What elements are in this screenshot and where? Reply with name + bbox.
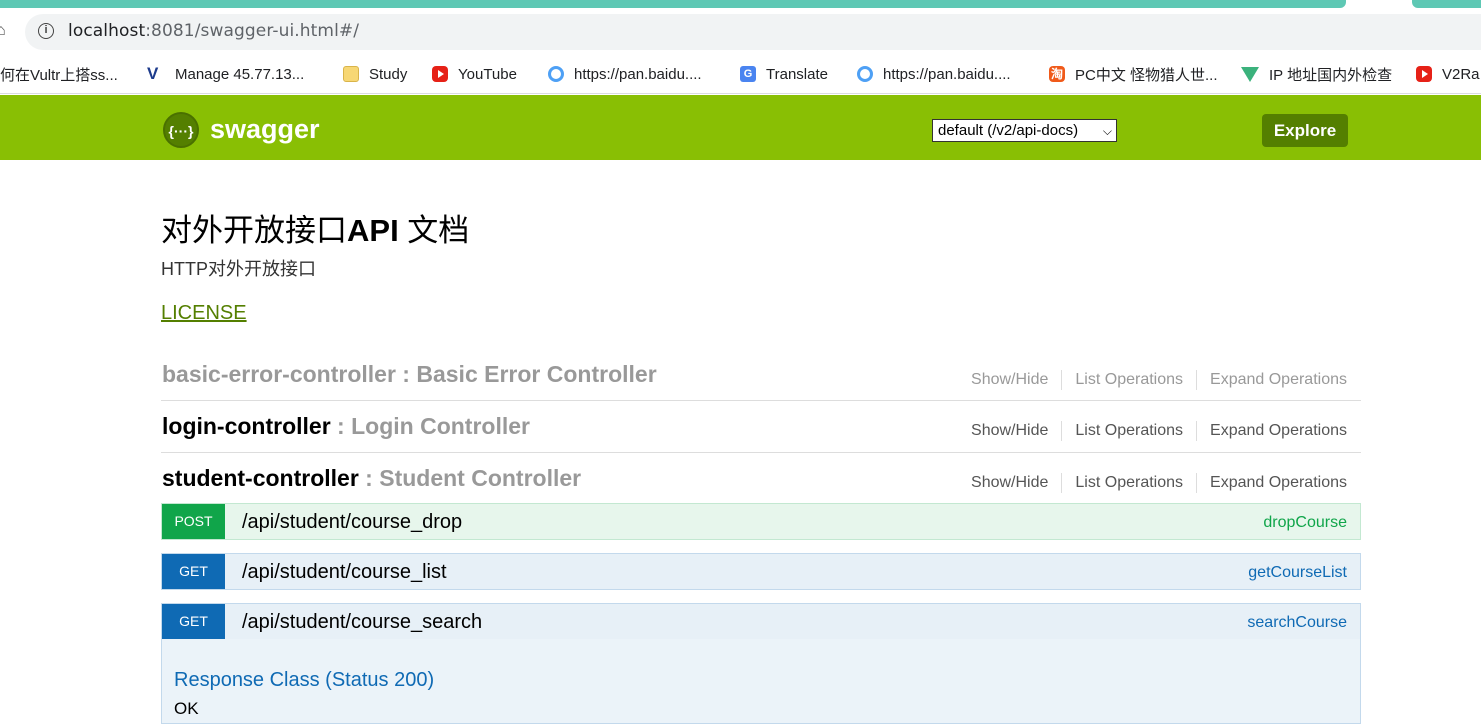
list-operations-link[interactable]: List Operations [1061, 370, 1196, 390]
http-method-badge[interactable]: POST [162, 504, 225, 539]
explore-button[interactable]: Explore [1262, 114, 1348, 147]
bookmark-label: V2Ra [1442, 65, 1480, 83]
bookmark-label: https://pan.baidu.... [883, 65, 1011, 83]
swagger-title[interactable]: swagger [210, 114, 320, 145]
bookmark-item[interactable]: YouTube [432, 64, 517, 84]
show-hide-link[interactable]: Show/Hide [958, 473, 1061, 493]
api-spec-select-value: default (/v2/api-docs) [938, 122, 1079, 139]
resource-name: login-controller [162, 413, 331, 439]
resource-separator: : [395, 361, 417, 387]
resource-options: Show/Hide List Operations Expand Operati… [958, 370, 1347, 390]
bookmark-item[interactable]: G Translate [740, 64, 828, 84]
resource-separator: : [330, 413, 352, 439]
youtube-icon [1416, 66, 1432, 82]
bookmark-label: YouTube [458, 65, 517, 83]
resource-options: Show/Hide List Operations Expand Operati… [958, 421, 1347, 441]
license-link[interactable]: LICENSE [161, 302, 247, 325]
response-class-value: OK [174, 699, 199, 718]
list-operations-link[interactable]: List Operations [1061, 473, 1196, 493]
resource-heading[interactable]: basic-error-controller : Basic Error Con… [162, 361, 657, 388]
expand-operations-link[interactable]: Expand Operations [1196, 473, 1347, 493]
url-text[interactable]: localhost:8081/swagger-ui.html#/ [68, 21, 359, 41]
operation-nickname[interactable]: dropCourse [1263, 514, 1347, 532]
response-class-heading: Response Class (Status 200) [174, 669, 435, 691]
resource-separator: : [358, 465, 380, 491]
resource-student-controller: student-controller : Student Controller … [161, 464, 1361, 502]
home-icon[interactable]: ⌂ [0, 22, 6, 40]
vultr-icon: V [147, 64, 159, 83]
bookmark-label: IP 地址国内外检查 [1269, 66, 1393, 84]
vue-icon [1241, 66, 1259, 82]
folder-icon [343, 66, 359, 82]
resource-login-controller: login-controller : Login Controller Show… [161, 412, 1361, 452]
resource-heading[interactable]: student-controller : Student Controller [162, 465, 581, 492]
bookmark-item[interactable]: Study [343, 64, 407, 84]
resource-description: Student Controller [379, 465, 582, 491]
youtube-icon [432, 66, 448, 82]
http-method-badge[interactable]: GET [162, 604, 225, 639]
url-host: localhost [68, 21, 146, 41]
resource-name: basic-error-controller [162, 361, 396, 387]
bookmark-label: PC中文 怪物猎人世... [1075, 66, 1218, 84]
operation-path[interactable]: /api/student/course_search [242, 611, 482, 634]
resource-description: Login Controller [351, 413, 530, 439]
operation-row[interactable]: POST /api/student/course_drop dropCourse [161, 503, 1361, 540]
http-method-badge[interactable]: GET [162, 554, 225, 589]
bookmark-item[interactable]: V Manage 45.77.13... [147, 64, 304, 84]
bookmark-label: Translate [766, 65, 828, 83]
browser-tab[interactable] [0, 0, 1346, 8]
operation-nickname[interactable]: getCourseList [1248, 564, 1347, 582]
bookmark-item[interactable]: https://pan.baidu.... [548, 64, 702, 84]
resource-basic-error-controller: basic-error-controller : Basic Error Con… [161, 360, 1361, 400]
resource-divider [161, 400, 1361, 401]
page-title-post: 文档 [398, 213, 470, 248]
api-spec-select[interactable]: default (/v2/api-docs) ⌵ [932, 119, 1117, 142]
baidu-pan-icon [548, 66, 564, 82]
taobao-icon: 淘 [1049, 66, 1065, 82]
page-title: 对外开放接口API 文档 [161, 205, 469, 250]
expand-operations-link[interactable]: Expand Operations [1196, 421, 1347, 441]
page-title-pre: 对外开放接口 [161, 213, 347, 248]
list-operations-link[interactable]: List Operations [1061, 421, 1196, 441]
page-title-bold: API [347, 213, 399, 248]
bookmark-item[interactable]: https://pan.baidu.... [857, 64, 1011, 84]
bookmarks-bar: 何在Vultr上搭ss... V Manage 45.77.13... Stud… [0, 56, 1481, 94]
api-description: HTTP对外开放接口 [161, 259, 316, 279]
browser-tab[interactable] [1412, 0, 1481, 8]
operation-row[interactable]: GET /api/student/course_list getCourseLi… [161, 553, 1361, 590]
operation-row[interactable]: GET /api/student/course_search searchCou… [161, 603, 1361, 640]
baidu-pan-icon [857, 66, 873, 82]
operation-path[interactable]: /api/student/course_drop [242, 511, 462, 534]
url-path: :8081/swagger-ui.html#/ [145, 21, 360, 41]
resource-heading[interactable]: login-controller : Login Controller [162, 413, 530, 440]
show-hide-link[interactable]: Show/Hide [958, 421, 1061, 441]
bookmark-item[interactable]: V2Ra [1416, 64, 1480, 84]
resource-options: Show/Hide List Operations Expand Operati… [958, 473, 1347, 493]
expand-operations-link[interactable]: Expand Operations [1196, 370, 1347, 390]
bookmark-item[interactable]: IP 地址国内外检查 [1241, 64, 1392, 84]
chevron-down-icon: ⌵ [1102, 124, 1112, 138]
google-translate-icon: G [740, 66, 756, 82]
bookmark-item[interactable]: 淘 PC中文 怪物猎人世... [1049, 64, 1218, 84]
operation-path[interactable]: /api/student/course_list [242, 561, 447, 584]
resource-divider [161, 452, 1361, 453]
bookmark-label: https://pan.baidu.... [574, 65, 702, 83]
resource-name: student-controller [162, 465, 359, 491]
browser-tab-strip [0, 0, 1481, 8]
show-hide-link[interactable]: Show/Hide [958, 370, 1061, 390]
bookmark-label: Study [369, 65, 408, 83]
swagger-logo-icon[interactable]: {···} [163, 112, 199, 148]
site-info-icon[interactable]: i [38, 23, 54, 39]
bookmark-item[interactable]: 何在Vultr上搭ss... [0, 64, 118, 84]
bookmark-label: Manage 45.77.13... [175, 65, 305, 83]
bookmark-label: 何在Vultr上搭ss... [0, 66, 118, 84]
resource-description: Basic Error Controller [416, 361, 657, 387]
operation-nickname[interactable]: searchCourse [1247, 614, 1347, 632]
